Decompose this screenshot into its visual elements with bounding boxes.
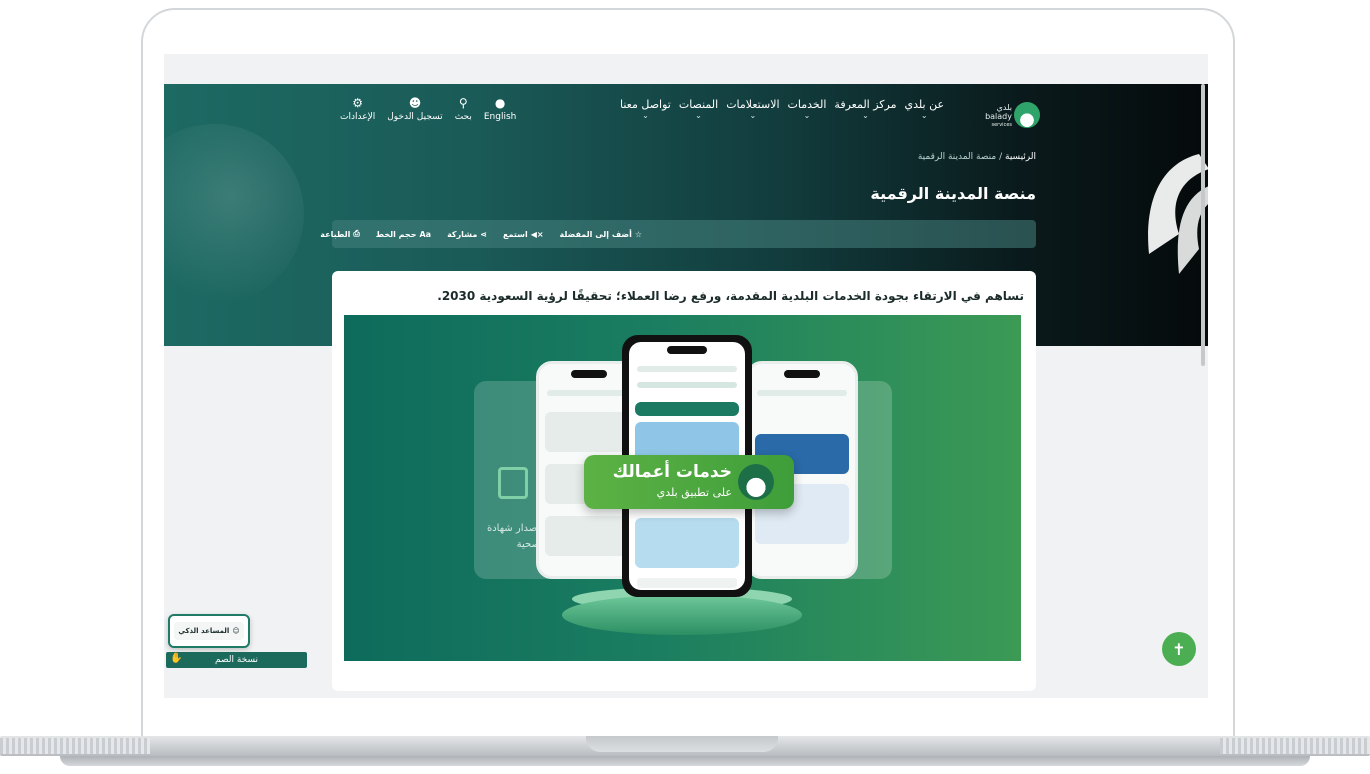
palm-watermark-right bbox=[1148, 154, 1208, 274]
nav-item-inquiries[interactable]: الاستعلامات ⌄ bbox=[726, 98, 779, 128]
deaf-version-label: نسخة الصم bbox=[214, 655, 259, 665]
nav-item-contact[interactable]: تواصل معنا ⌄ bbox=[620, 98, 671, 128]
chevron-down-icon: ⌄ bbox=[920, 111, 928, 120]
nav-item-label: تواصل معنا bbox=[620, 98, 671, 111]
page-title: منصة المدينة الرقمية bbox=[870, 184, 1036, 203]
laptop-base-edge-left bbox=[0, 738, 150, 754]
nav-item-services[interactable]: الخدمات ⌄ bbox=[788, 98, 827, 128]
listen-button[interactable]: استمع ◀× bbox=[503, 230, 544, 239]
hand-icon: ✋ bbox=[170, 653, 183, 664]
language-button[interactable]: ● English bbox=[484, 96, 517, 122]
nav-item-label: الاستعلامات bbox=[726, 98, 780, 111]
nav-item-platforms[interactable]: المنصات ⌄ bbox=[679, 98, 718, 128]
breadcrumb-separator: / bbox=[999, 152, 1003, 162]
gear-icon: ⚙ bbox=[352, 96, 363, 110]
app-promo-banner: إصدار شهادة صحية خدمات أعمالك على تطبيق … bbox=[344, 315, 1021, 661]
chevron-down-icon: ⌄ bbox=[803, 111, 811, 120]
printer-icon: ⎙ bbox=[353, 229, 360, 238]
star-icon: ☆ bbox=[634, 229, 642, 239]
breadcrumb-home[interactable]: الرئيسية bbox=[1005, 152, 1036, 162]
accessibility-button[interactable]: ✝ bbox=[1162, 632, 1196, 666]
app-promo-pill: خدمات أعمالك على تطبيق بلدي bbox=[584, 455, 794, 509]
logo-text-services: services bbox=[991, 122, 1012, 128]
chevron-down-icon: ⌄ bbox=[862, 111, 869, 120]
breadcrumb-current: منصة المدينة الرقمية bbox=[917, 152, 997, 162]
share-icon: ⋖ bbox=[480, 229, 487, 239]
nav-item-about[interactable]: عن بلدي ⌄ bbox=[905, 98, 945, 128]
font-size-label: حجم الخط bbox=[375, 229, 417, 239]
laptop-notch bbox=[586, 736, 778, 752]
deaf-version-button[interactable]: ✋ نسخة الصم bbox=[166, 652, 307, 668]
print-button[interactable]: الطباعة ⎙ bbox=[320, 229, 360, 239]
chevron-down-icon: ⌄ bbox=[642, 111, 649, 120]
main-menu: عن بلدي ⌄ مركز المعرفة ⌄ الخدمات ⌄ الاست… bbox=[620, 98, 944, 128]
robot-icon: ☺ bbox=[232, 627, 240, 635]
globe-icon: ● bbox=[494, 96, 506, 110]
nav-item-label: مركز المعرفة bbox=[834, 98, 897, 111]
share-label: مشاركة bbox=[447, 229, 478, 239]
print-label: الطباعة bbox=[320, 229, 351, 239]
add-favorite-button[interactable]: أضف إلى المفضلة ☆ bbox=[560, 230, 642, 239]
breadcrumb: الرئيسية / منصة المدينة الرقمية bbox=[868, 152, 1036, 162]
search-icon: ⚲ bbox=[458, 96, 468, 110]
search-button[interactable]: ⚲ بحث bbox=[455, 96, 472, 122]
tool-label: تسجيل الدخول bbox=[387, 112, 443, 122]
laptop-base-bottom bbox=[60, 756, 1310, 766]
laptop-base-edge-right bbox=[1220, 738, 1370, 754]
font-size-button[interactable]: حجم الخط Aa bbox=[376, 230, 431, 239]
nav-item-label: الخدمات bbox=[787, 98, 827, 111]
settings-button[interactable]: ⚙ الإعدادات bbox=[340, 96, 375, 122]
chevron-down-icon: ⌄ bbox=[695, 111, 702, 120]
header-tools: ⚙ الإعدادات ☻ تسجيل الدخول ⚲ بحث ● Engli… bbox=[340, 96, 516, 122]
palm-watermark-left bbox=[164, 124, 304, 304]
logo-text-arabic: بلدي bbox=[996, 103, 1012, 112]
document-check-icon bbox=[498, 467, 528, 499]
palm-logo-icon bbox=[1014, 102, 1040, 128]
share-button[interactable]: مشاركة ⋖ bbox=[447, 230, 487, 239]
smart-assistant-button[interactable]: ☺ المساعد الذكي bbox=[168, 614, 250, 648]
content-card: تساهم في الارتقاء بجودة الخدمات البلدية … bbox=[332, 271, 1036, 691]
tool-label: بحث bbox=[454, 112, 472, 122]
favorite-label: أضف إلى المفضلة bbox=[559, 229, 632, 239]
laptop-chin bbox=[164, 698, 1208, 716]
assistant-label: المساعد الذكي bbox=[178, 627, 230, 635]
chevron-down-icon: ⌄ bbox=[749, 111, 757, 120]
platform-description: تساهم في الارتقاء بجودة الخدمات البلدية … bbox=[437, 289, 1024, 303]
speaker-mute-icon: ◀× bbox=[530, 229, 544, 239]
balady-logo[interactable]: بلدي balady services bbox=[972, 98, 1042, 132]
side-card-text: إصدار شهادة صحية bbox=[486, 523, 540, 550]
podium bbox=[562, 595, 802, 635]
nav-item-label: المنصات bbox=[678, 98, 719, 111]
nav-item-label: عن بلدي bbox=[904, 98, 945, 111]
user-icon: ☻ bbox=[408, 96, 422, 110]
nav-item-knowledge-center[interactable]: مركز المعرفة ⌄ bbox=[834, 98, 896, 128]
tool-label: English bbox=[483, 112, 517, 122]
browser-viewport: بلدي balady services عن بلدي ⌄ مركز المع… bbox=[164, 54, 1208, 698]
accessibility-icon: ✝ bbox=[1172, 639, 1186, 659]
promo-title: خدمات أعمالك bbox=[612, 462, 732, 482]
listen-label: استمع bbox=[502, 229, 528, 239]
page-actions-toolbar: أضف إلى المفضلة ☆ استمع ◀× مشاركة ⋖ حجم … bbox=[320, 220, 1036, 248]
palm-logo-icon bbox=[738, 464, 774, 500]
login-button[interactable]: ☻ تسجيل الدخول bbox=[387, 96, 442, 122]
font-size-icon: Aa bbox=[419, 229, 432, 239]
promo-subtitle: على تطبيق بلدي bbox=[656, 486, 732, 499]
top-navigation: بلدي balady services عن بلدي ⌄ مركز المع… bbox=[164, 84, 1208, 142]
scrollbar[interactable] bbox=[1201, 84, 1205, 366]
tool-label: الإعدادات bbox=[340, 112, 376, 122]
logo-text-english: balady bbox=[985, 112, 1012, 121]
